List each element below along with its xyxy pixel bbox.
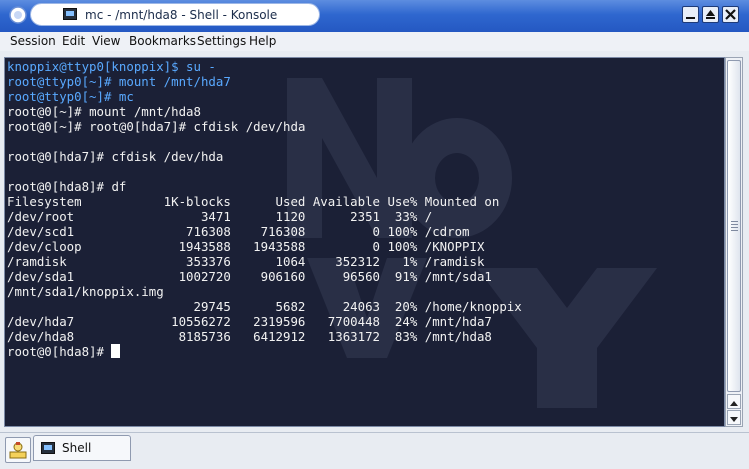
terminal-prompt: knoppix@ttyp0[knoppix]$ xyxy=(7,59,179,74)
terminal-line: knoppix@ttyp0[knoppix]$ su - xyxy=(7,59,522,74)
terminal-view[interactable]: knoppix@ttyp0[knoppix]$ su - root@ttyp0[~… xyxy=(4,57,725,427)
terminal-text: mount /mnt/hda7 xyxy=(111,74,231,89)
window-menu-icon[interactable] xyxy=(8,5,28,25)
title-pill: mc - /mnt/hda8 - Shell - Konsole xyxy=(30,3,320,26)
scroll-up-button[interactable] xyxy=(727,394,741,409)
terminal-text: root@0[hda7]# cfdisk /dev/hda xyxy=(81,119,306,134)
terminal-line: root@ttyp0[~]# mc xyxy=(7,89,522,104)
terminal-prompt: root@ttyp0[~]# xyxy=(7,74,112,89)
terminal-line: /dev/hda7 10556272 2319596 7700448 24% /… xyxy=(7,314,522,329)
terminal-text: /dev/hda8 8185736 6412912 1363172 83% /m… xyxy=(7,329,492,344)
terminal-line: /dev/root 3471 1120 2351 33% / xyxy=(7,209,522,224)
maximize-icon xyxy=(706,10,715,19)
terminal-prompt: root@0[~]# xyxy=(7,119,82,134)
terminal-line: Filesystem 1K-blocks Used Available Use%… xyxy=(7,194,522,209)
terminal-line: /dev/scd1 716308 716308 0 100% /cdrom xyxy=(7,224,522,239)
terminal-prompt: root@ttyp0[~]# xyxy=(7,89,112,104)
scroll-thumb[interactable] xyxy=(727,60,741,392)
terminal-line: root@ttyp0[~]# mount /mnt/hda7 xyxy=(7,74,522,89)
new-session-icon xyxy=(9,442,27,459)
terminal-text: /ramdisk 353376 1064 352312 1% /ramdisk xyxy=(7,254,485,269)
maximize-button[interactable] xyxy=(702,6,719,23)
terminal-text: Filesystem 1K-blocks Used Available Use%… xyxy=(7,194,500,209)
terminal-text: cfdisk /dev/hda xyxy=(103,149,224,164)
terminal-text: /dev/hda7 10556272 2319596 7700448 24% /… xyxy=(7,314,492,329)
text-cursor xyxy=(111,344,121,358)
konsole-icon xyxy=(63,8,77,20)
terminal-line: /mnt/sda1/knoppix.img xyxy=(7,284,522,299)
title-bar[interactable]: mc - /mnt/hda8 - Shell - Konsole xyxy=(0,0,749,33)
vertical-scrollbar[interactable] xyxy=(725,57,743,427)
terminal-text: /mnt/sda1/knoppix.img xyxy=(7,284,164,299)
new-session-button[interactable] xyxy=(5,437,31,463)
menu-settings[interactable]: Settings xyxy=(197,34,246,48)
terminal-line: root@0[hda8]# xyxy=(7,344,522,359)
terminal-text: mount /mnt/hda8 xyxy=(81,104,201,119)
terminal-text: /dev/root 3471 1120 2351 33% / xyxy=(7,209,433,224)
tab-shell[interactable]: Shell xyxy=(33,435,131,461)
terminal-text: df xyxy=(103,179,127,194)
terminal-prompt: root@0[hda8]# xyxy=(7,344,104,359)
terminal-text: /dev/sda1 1002720 906160 96560 91% /mnt/… xyxy=(7,269,492,284)
menu-help[interactable]: Help xyxy=(249,34,276,48)
terminal-line: 29745 5682 24063 20% /home/knoppix xyxy=(7,299,522,314)
minimize-button[interactable] xyxy=(682,6,699,23)
terminal-prompt: root@0[hda7]# xyxy=(7,149,104,164)
terminal-line: /dev/cloop 1943588 1943588 0 100% /KNOPP… xyxy=(7,239,522,254)
terminal-lines: knoppix@ttyp0[knoppix]$ su - root@ttyp0[~… xyxy=(7,59,522,359)
arrow-up-icon xyxy=(730,401,738,406)
terminal-text: mc xyxy=(111,89,134,104)
menu-view[interactable]: View xyxy=(92,34,120,48)
terminal-line: /ramdisk 353376 1064 352312 1% /ramdisk xyxy=(7,254,522,269)
terminal-text: /dev/scd1 716308 716308 0 100% /cdrom xyxy=(7,224,470,239)
menu-bar: Session Edit View Bookmarks Settings Hel… xyxy=(0,32,749,51)
terminal-line: root@0[hda7]# cfdisk /dev/hda xyxy=(7,149,522,164)
menu-session[interactable]: Session xyxy=(10,34,56,48)
terminal-line: root@0[hda8]# df xyxy=(7,179,522,194)
menu-bookmarks[interactable]: Bookmarks xyxy=(129,34,196,48)
close-icon xyxy=(725,9,736,20)
terminal-line: /dev/hda8 8185736 6412912 1363172 83% /m… xyxy=(7,329,522,344)
shell-icon xyxy=(41,442,55,454)
arrow-down-icon xyxy=(730,417,738,422)
scroll-down-button[interactable] xyxy=(727,410,741,425)
terminal-line: root@0[~]# mount /mnt/hda8 xyxy=(7,104,522,119)
window-title: mc - /mnt/hda8 - Shell - Konsole xyxy=(85,8,278,22)
terminal-text: su - xyxy=(178,59,216,74)
close-button[interactable] xyxy=(722,6,739,23)
terminal-line: root@0[~]# root@0[hda7]# cfdisk /dev/hda xyxy=(7,119,522,134)
menu-edit[interactable]: Edit xyxy=(62,34,85,48)
minimize-icon xyxy=(686,17,695,19)
terminal-prompt: root@0[~]# xyxy=(7,104,82,119)
session-tab-bar: Shell xyxy=(0,432,749,469)
tab-shell-label: Shell xyxy=(62,441,92,455)
terminal-line: /dev/sda1 1002720 906160 96560 91% /mnt/… xyxy=(7,269,522,284)
terminal-prompt: root@0[hda8]# xyxy=(7,179,104,194)
terminal-text: /dev/cloop 1943588 1943588 0 100% /KNOPP… xyxy=(7,239,485,254)
terminal-text: 29745 5682 24063 20% /home/knoppix xyxy=(7,299,522,314)
